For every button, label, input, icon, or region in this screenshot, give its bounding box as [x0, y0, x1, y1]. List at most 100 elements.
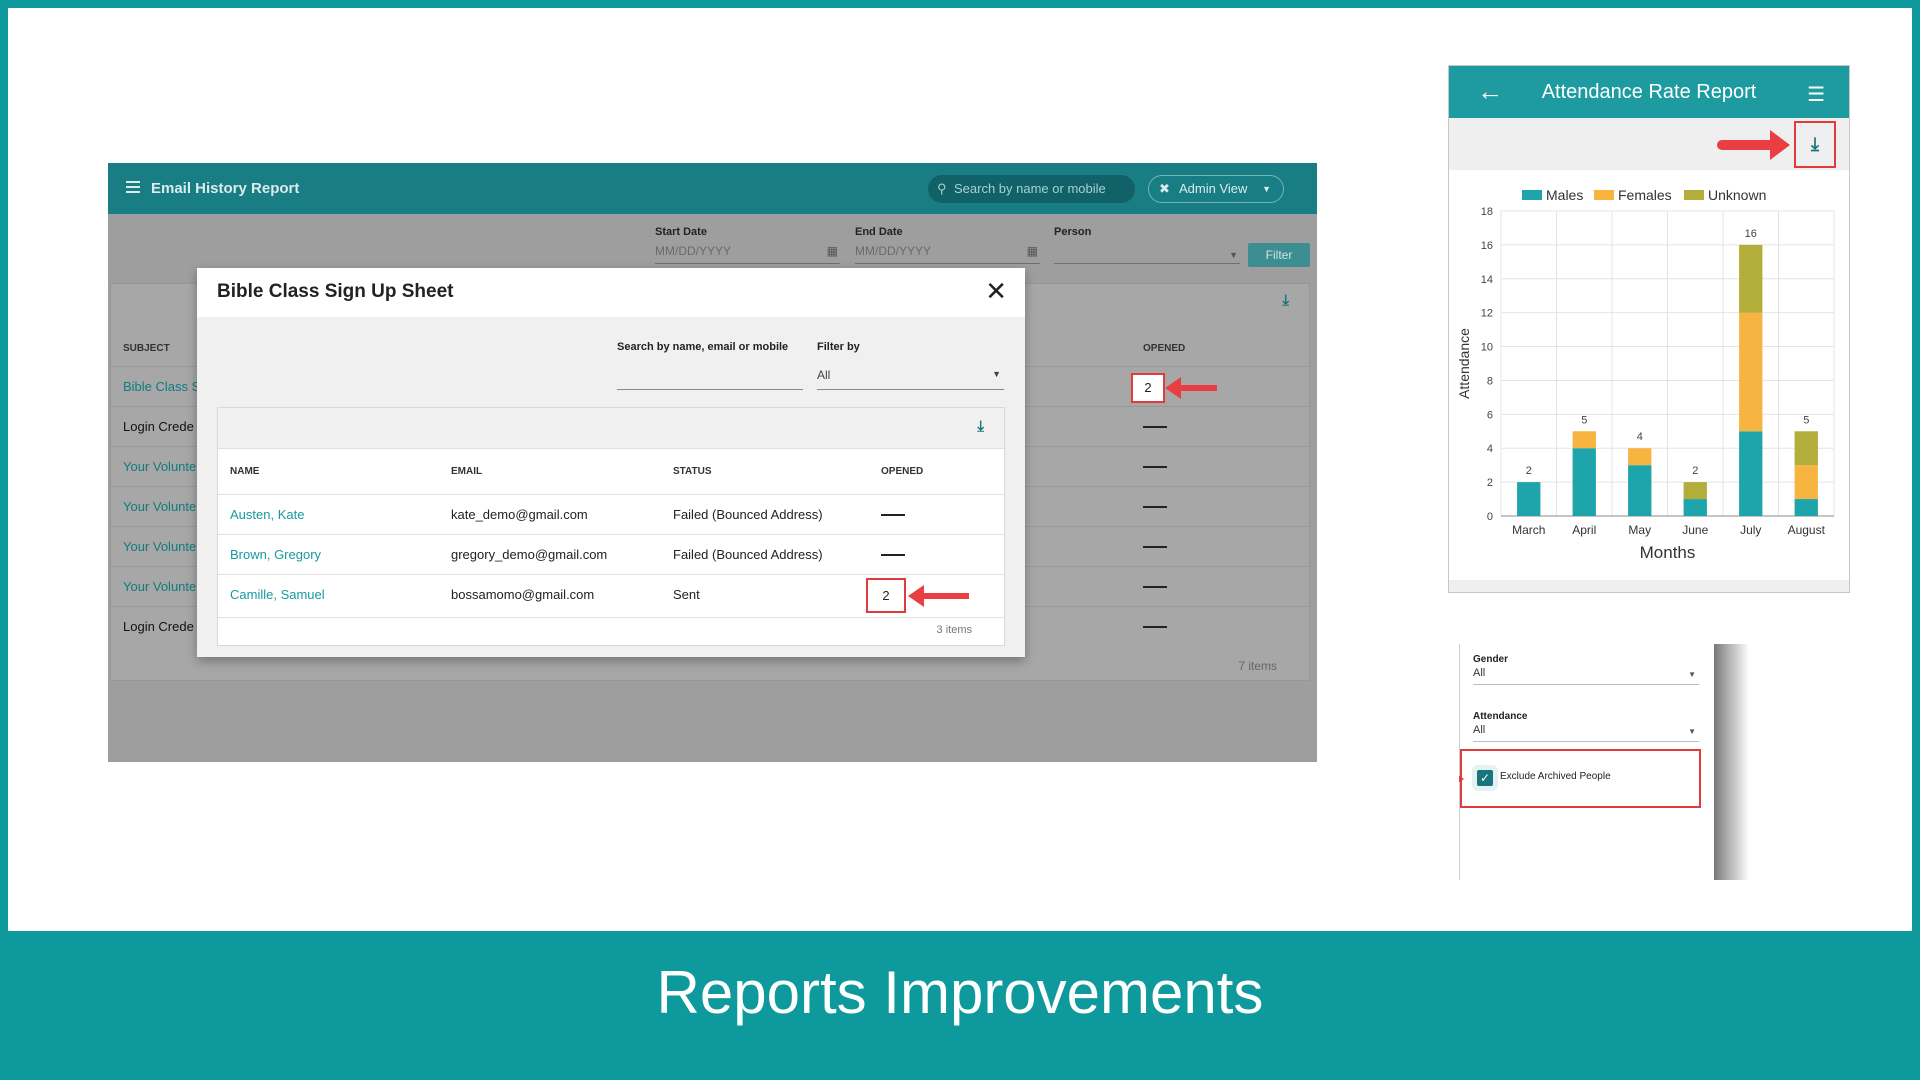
- end-date-placeholder: MM/DD/YYYY: [855, 244, 932, 258]
- report-filter-panel: Gender All ▼ Attendance All ▼ ✓ Exclude …: [1459, 644, 1749, 880]
- email-history-title: Email History Report: [151, 180, 300, 197]
- person-name-link[interactable]: Brown, Gregory: [230, 547, 321, 562]
- bar-total-label: 2: [1526, 465, 1532, 477]
- legend-swatch: [1594, 190, 1614, 200]
- bar-segment-unknown: [1739, 244, 1763, 313]
- filter-by-select[interactable]: All ▼: [817, 355, 1004, 390]
- email-cell: kate_demo@gmail.com: [451, 507, 588, 522]
- subject-link[interactable]: Your Volunte: [123, 579, 196, 594]
- modal-header: Bible Class Sign Up Sheet ✕: [197, 268, 1025, 317]
- bar-segment-males: [1794, 499, 1818, 516]
- person-name-link[interactable]: Camille, Samuel: [230, 587, 325, 602]
- modal-search-input[interactable]: [617, 369, 803, 390]
- subject-link[interactable]: Your Volunte: [123, 459, 196, 474]
- x-axis-label: Months: [1640, 543, 1696, 562]
- calendar-icon[interactable]: ▦: [1027, 242, 1038, 260]
- col-opened: OPENED: [881, 466, 924, 477]
- bar-segment-females: [1572, 431, 1596, 449]
- y-tick-label: 14: [1481, 274, 1493, 286]
- attendance-title: Attendance Rate Report: [1541, 81, 1757, 103]
- opened-dash: [1143, 506, 1167, 508]
- calendar-icon[interactable]: ▦: [827, 242, 838, 260]
- hamburger-menu-icon[interactable]: [126, 181, 140, 193]
- chevron-down-icon: ▼: [1262, 184, 1271, 194]
- bar-segment-females: [1628, 448, 1652, 466]
- y-tick-label: 16: [1481, 240, 1493, 252]
- bar-segment-unknown: [1794, 431, 1818, 466]
- table-row[interactable]: Austen, Kate kate_demo@gmail.com Failed …: [218, 494, 1004, 534]
- x-tick-label: July: [1740, 523, 1761, 537]
- checkbox-checked-icon[interactable]: ✓: [1477, 770, 1493, 786]
- chart-footer: [1449, 580, 1849, 592]
- subject-link[interactable]: Your Volunte: [123, 539, 196, 554]
- bar-segment-males: [1572, 448, 1596, 516]
- bar-total-label: 5: [1581, 414, 1587, 426]
- gender-value: All: [1473, 667, 1486, 679]
- exclude-archived-label: Exclude Archived People: [1500, 771, 1611, 782]
- y-tick-label: 18: [1481, 206, 1493, 218]
- slide-title: Reports Improvements: [656, 959, 1264, 1026]
- tools-icon: ✖: [1159, 181, 1170, 196]
- col-subject: SUBJECT: [123, 343, 170, 354]
- gender-select[interactable]: All ▼: [1473, 667, 1699, 685]
- person-select[interactable]: ▼: [1054, 242, 1240, 264]
- x-tick-label: April: [1572, 523, 1596, 537]
- email-history-toolbar: Email History Report ⚲ Search by name or…: [108, 163, 1317, 214]
- opened-dash: [1143, 466, 1167, 468]
- subject-link[interactable]: Bible Class S: [123, 379, 200, 394]
- x-tick-label: June: [1682, 523, 1708, 537]
- status-cell: Failed (Bounced Address): [673, 507, 823, 522]
- chevron-down-icon: ▼: [1688, 727, 1696, 736]
- start-date-input[interactable]: MM/DD/YYYY ▦: [655, 242, 840, 264]
- download-icon[interactable]: ⤓: [977, 418, 984, 435]
- legend-swatch: [1684, 190, 1704, 200]
- download-icon[interactable]: ⤓: [1794, 121, 1836, 168]
- status-cell: Failed (Bounced Address): [673, 547, 823, 562]
- start-date-placeholder: MM/DD/YYYY: [655, 244, 732, 258]
- opened-count-highlight: 2: [1131, 373, 1165, 403]
- filter-settings-icon[interactable]: ☰: [1807, 82, 1825, 107]
- end-date-input[interactable]: MM/DD/YYYY ▦: [855, 242, 1040, 264]
- attendance-report-panel: ← Attendance Rate Report ☰ ⤓ Males Femal…: [1448, 65, 1850, 593]
- search-placeholder: Search by name or mobile: [954, 181, 1106, 196]
- opened-dash: [1143, 546, 1167, 548]
- opened-dash: [1143, 426, 1167, 428]
- items-count: 3 items: [936, 624, 972, 636]
- chevron-down-icon: ▼: [1229, 250, 1238, 260]
- subject-text: Login Crede: [123, 619, 194, 634]
- y-axis-label: Attendance: [1456, 328, 1472, 399]
- attendance-chart: 0 2 4 6 8 10 12 14 16 18 2 March 5 April 4 May 2 June 16 Ju…: [1456, 206, 1835, 562]
- email-cell: bossamomo@gmail.com: [451, 587, 595, 602]
- y-tick-label: 6: [1487, 409, 1493, 421]
- table-row[interactable]: Brown, Gregory gregory_demo@gmail.com Fa…: [218, 534, 1004, 574]
- col-status: STATUS: [673, 466, 712, 477]
- attendance-select[interactable]: All ▼: [1473, 724, 1699, 742]
- gender-label: Gender: [1473, 654, 1509, 665]
- x-tick-label: August: [1788, 523, 1826, 537]
- y-tick-label: 4: [1487, 443, 1493, 455]
- download-icon[interactable]: ⤓: [1282, 292, 1289, 309]
- table-row[interactable]: Camille, Samuel bossamomo@gmail.com Sent…: [218, 574, 1004, 614]
- bar-segment-females: [1794, 465, 1818, 500]
- bar-segment-males: [1628, 465, 1652, 516]
- bar-total-label: 5: [1803, 414, 1809, 426]
- attendance-label: Attendance: [1473, 711, 1528, 722]
- close-icon[interactable]: ✕: [985, 278, 1007, 304]
- col-opened: OPENED: [1143, 343, 1186, 354]
- bible-class-modal: Bible Class Sign Up Sheet ✕ Search by na…: [197, 268, 1025, 657]
- email-cell: gregory_demo@gmail.com: [451, 547, 608, 562]
- arrow-left-icon: [1165, 377, 1217, 399]
- start-date-label: Start Date: [655, 226, 707, 238]
- items-count: 7 items: [1238, 659, 1277, 673]
- admin-view-button[interactable]: ✖ Admin View ▼: [1148, 175, 1284, 203]
- search-input[interactable]: ⚲ Search by name or mobile: [928, 175, 1135, 203]
- y-tick-label: 8: [1487, 375, 1493, 387]
- arrow-left-icon: [908, 585, 969, 607]
- filter-button[interactable]: Filter: [1248, 243, 1310, 267]
- person-name-link[interactable]: Austen, Kate: [230, 507, 304, 522]
- opened-dash: [1143, 586, 1167, 588]
- bar-segment-females: [1739, 312, 1763, 432]
- status-cell: Sent: [673, 587, 700, 602]
- subject-link[interactable]: Your Volunte: [123, 499, 196, 514]
- opened-dash: [881, 554, 905, 556]
